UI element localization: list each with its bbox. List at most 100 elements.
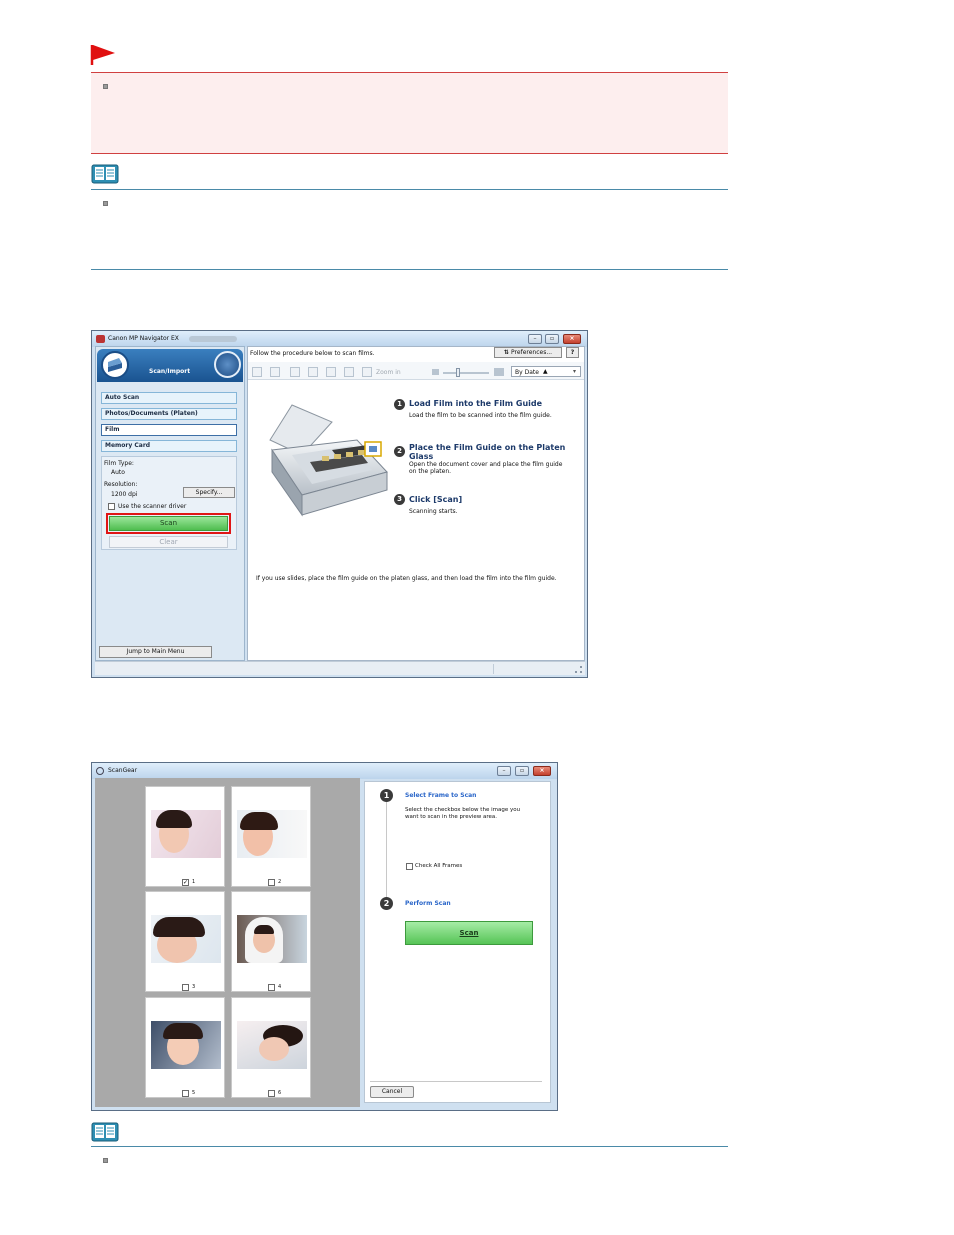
step-2-desc: Open the document cover and place the fi… [409,461,563,468]
preview-area [95,778,360,1107]
scanner-mode-icon[interactable] [101,351,129,379]
status-bar-divider [493,664,494,674]
child-hair [156,810,192,828]
gear-step-1-desc-line2: want to scan in the preview area. [405,814,498,820]
step-2-desc-line2: on the platen. [409,468,452,475]
close-button[interactable]: × [533,766,551,776]
mirror-icon[interactable] [326,367,336,377]
scanner-illustration [262,400,392,525]
frame-checkbox-2[interactable] [268,879,275,886]
zoom-in-icon[interactable] [494,368,504,376]
sort-dropdown[interactable]: By Date ▲ ▾ [511,366,581,377]
zoom-slider-thumb[interactable] [456,368,460,377]
frame-thumbnail-5[interactable]: 5 [145,997,225,1098]
frame-label-1: 1 [192,879,196,885]
resize-grip-icon[interactable] [575,666,582,673]
frame-thumbnail-3[interactable]: 3 [145,891,225,992]
frame-thumbnail-2[interactable]: 2 [231,786,311,887]
jump-to-main-menu-button[interactable]: Jump to Main Menu [99,646,212,658]
frame-label-2: 2 [278,879,282,885]
frame-photo-4 [237,915,307,963]
frame-photo-1 [151,810,221,858]
gear-scan-button[interactable]: Scan [405,921,533,945]
frame-thumbnail-1[interactable]: ✓ 1 [145,786,225,887]
scan-button[interactable]: Scan [109,516,228,531]
frame-thumbnail-6[interactable]: 6 [231,997,311,1098]
gear-step-2-title: Perform Scan [405,900,451,907]
bullet-icon [103,84,108,89]
gear-step-2-badge: 2 [380,897,393,910]
crop-icon[interactable] [344,367,354,377]
use-scanner-driver-checkbox[interactable] [108,503,115,510]
instruction-text: Follow the procedure below to scan films… [250,350,375,357]
film-type-value: Auto [111,469,125,476]
tab-memory-card[interactable]: Memory Card [101,440,237,452]
frame-thumbnail-4[interactable]: 4 [231,891,311,992]
minimize-button[interactable]: – [528,334,542,344]
panel-divider [370,1081,542,1082]
step-1-title: Load Film into the Film Guide [409,399,543,408]
important-flag-icon [90,44,116,66]
sort-label: By Date [515,369,539,376]
preferences-button[interactable]: ⇅ Preferences... [494,347,562,358]
zoom-out-icon[interactable] [432,369,439,375]
note-book-icon [91,163,119,185]
bullet-icon [103,1158,108,1163]
frame-checkbox-1[interactable]: ✓ [182,879,189,886]
frame-checkbox-3[interactable] [182,984,189,991]
frame-label-5: 5 [192,1090,196,1096]
frame-checkbox-6[interactable] [268,1090,275,1097]
frame-photo-6 [237,1021,307,1069]
step-connector-line [386,797,387,897]
close-button[interactable]: × [563,334,581,344]
tab-auto-scan[interactable]: Auto Scan [101,392,237,404]
frame-photo-2 [237,810,307,858]
bullet-icon [103,201,108,206]
window-title: Canon MP Navigator EX [108,335,179,342]
chevron-down-icon: ▾ [573,368,577,375]
thumbnail-small-icon[interactable] [252,367,262,377]
check-all-frames-label: Check All Frames [415,863,463,869]
child-hair [163,1023,203,1039]
gear-step-1-desc-line1: Select the checkbox below the image you [405,807,521,813]
minimize-button[interactable]: – [497,766,511,776]
child-face [259,1037,289,1061]
child-hair [240,812,278,830]
tab-photos-documents[interactable]: Photos/Documents (Platen) [101,408,237,420]
maximize-button[interactable]: ▫ [515,766,529,776]
check-all-frames-checkbox[interactable] [406,863,413,870]
important-box [91,72,728,154]
note-divider-top [91,1146,728,1147]
help-button[interactable]: ? [566,347,579,358]
zoom-icon[interactable] [362,367,372,377]
step-2-title-line2: Glass [409,452,434,461]
scangear-title: ScanGear [108,767,138,774]
gear-step-1-title: Select Frame to Scan [405,792,477,799]
rotate-right-icon[interactable] [308,367,318,377]
status-bar [95,661,585,675]
step-3-badge: 3 [394,494,405,505]
step-3-title: Click [Scan] [409,495,463,504]
note-divider-top [91,189,728,190]
step-1-badge: 1 [394,399,405,410]
scangear-app-icon [96,767,104,775]
zoom-slider[interactable] [443,372,489,374]
frame-label-3: 3 [192,984,196,990]
preferences-label: Preferences... [511,349,553,356]
titlebar: Canon MP Navigator EX – ▫ × [92,331,587,347]
cancel-button[interactable]: Cancel [370,1086,414,1098]
thumbnail-large-icon[interactable] [270,367,280,377]
maximize-button[interactable]: ▫ [545,334,559,344]
titlebar: ScanGear – ▫ × [92,763,557,779]
frame-label-6: 6 [278,1090,282,1096]
frame-checkbox-4[interactable] [268,984,275,991]
use-scanner-driver-label: Use the scanner driver [118,503,187,510]
tab-film[interactable]: Film [101,424,237,436]
menu-globe-icon[interactable] [214,351,241,378]
frame-checkbox-5[interactable] [182,1090,189,1097]
specify-button[interactable]: Specify... [183,487,235,498]
note-book-icon [91,1121,119,1143]
clear-button[interactable]: Clear [109,536,228,548]
resolution-value: 1200 dpi [111,491,138,498]
rotate-left-icon[interactable] [290,367,300,377]
